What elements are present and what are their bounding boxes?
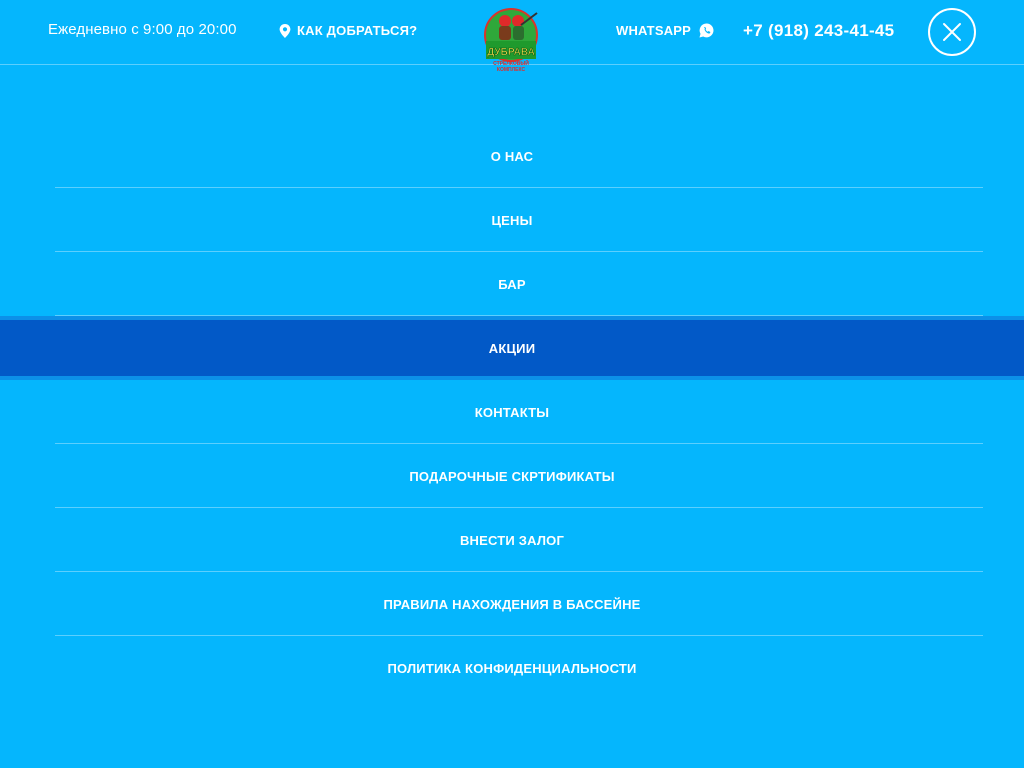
- whatsapp-label: WHATSAPP: [616, 23, 692, 38]
- menu-item-label: О НАС: [490, 148, 534, 164]
- menu-item-prices[interactable]: ЦЕНЫ: [0, 188, 1024, 252]
- menu-item-gift-certificates[interactable]: ПОДАРОЧНЫЕ СКРТИФИКАТЫ: [0, 444, 1024, 508]
- map-pin-icon: [279, 23, 291, 38]
- menu-item-privacy-policy[interactable]: ПОЛИТИКА КОНФИДЕНЦИАЛЬНОСТИ: [0, 636, 1024, 700]
- menu-item-label: ЦЕНЫ: [491, 212, 533, 228]
- menu-item-label: ПОЛИТИКА КОНФИДЕНЦИАЛЬНОСТИ: [387, 660, 637, 676]
- menu-item-contacts[interactable]: КОНТАКТЫ: [0, 380, 1024, 444]
- working-hours: Ежедневно с 9:00 до 20:00: [48, 21, 237, 38]
- menu-item-deposit[interactable]: ВНЕСТИ ЗАЛОГ: [0, 508, 1024, 572]
- menu-item-label: ПОДАРОЧНЫЕ СКРТИФИКАТЫ: [409, 468, 615, 484]
- svg-text:СТРЕЛКОВЫЙ: СТРЕЛКОВЫЙ: [493, 59, 529, 67]
- whatsapp-icon: [699, 23, 714, 38]
- close-menu-button[interactable]: [928, 8, 976, 56]
- menu-item-bar[interactable]: БАР: [0, 252, 1024, 316]
- menu-item-label: КОНТАКТЫ: [474, 404, 550, 420]
- svg-text:ДУБРАВА: ДУБРАВА: [487, 47, 535, 58]
- menu-item-about[interactable]: О НАС: [0, 124, 1024, 188]
- svg-text:КОМПЛЕКС: КОМПЛЕКС: [497, 67, 526, 73]
- close-icon: [942, 22, 962, 42]
- menu-item-label: АКЦИИ: [488, 340, 536, 356]
- main-menu: О НАС ЦЕНЫ БАР АКЦИИ КОНТАКТЫ ПОДАРОЧНЫЕ…: [0, 124, 1024, 700]
- whatsapp-link[interactable]: WHATSAPP: [616, 23, 714, 38]
- menu-item-promotions[interactable]: АКЦИИ: [0, 316, 1024, 380]
- phone-number-link[interactable]: +7 (918) 243-41-45: [743, 21, 894, 41]
- site-header: Ежедневно с 9:00 до 20:00 КАК ДОБРАТЬСЯ?…: [0, 0, 1024, 73]
- directions-link[interactable]: КАК ДОБРАТЬСЯ?: [279, 23, 417, 38]
- menu-item-pool-rules[interactable]: ПРАВИЛА НАХОЖДЕНИЯ В БАССЕЙНЕ: [0, 572, 1024, 636]
- directions-label: КАК ДОБРАТЬСЯ?: [297, 23, 418, 38]
- menu-item-label: ВНЕСТИ ЗАЛОГ: [459, 532, 565, 548]
- site-logo[interactable]: ДУБРАВА СТРЕЛКОВЫЙ КОМПЛЕКС: [483, 7, 539, 73]
- menu-item-label: БАР: [498, 276, 526, 292]
- menu-item-label: ПРАВИЛА НАХОЖДЕНИЯ В БАССЕЙНЕ: [383, 596, 641, 612]
